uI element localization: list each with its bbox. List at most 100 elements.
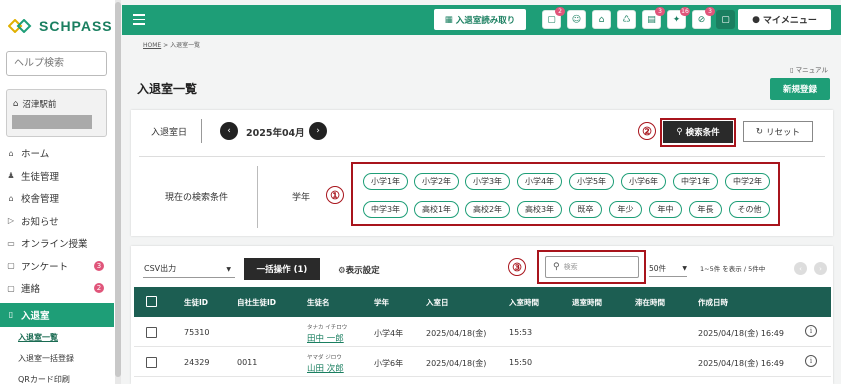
new-register-button[interactable]: 新規登録	[770, 78, 830, 100]
help-search-input[interactable]	[6, 51, 107, 76]
redacted-block	[12, 115, 92, 129]
sidebar-item-students[interactable]: ♟ 生徒管理	[0, 165, 114, 188]
subnav-entry-list[interactable]: 入退室一覧	[18, 327, 114, 348]
manual-link[interactable]: ▯ マニュアル	[790, 64, 828, 74]
sidebar-nav: ⌂ ホーム ♟ 生徒管理 ⌂ 校舎管理 ▷ お知らせ ▭ オンライン授業 ▢ アンケート 3 …	[0, 142, 114, 384]
door-icon: ▯	[8, 310, 14, 319]
sidebar-item-online[interactable]: ▭ オンライン授業	[0, 232, 114, 255]
subnav-qr-print[interactable]: QRカード印刷	[18, 369, 114, 384]
logo-text: SCHPASS	[39, 18, 113, 34]
sidebar-item-home[interactable]: ⌂ ホーム	[0, 142, 114, 165]
date-label: 入退室日	[151, 128, 188, 138]
column-header[interactable]: 滞在時間	[635, 297, 665, 308]
sidebar-item-entry[interactable]: ▯ 入退室	[0, 302, 114, 327]
divider	[139, 156, 825, 157]
column-header[interactable]: 入室日	[426, 297, 449, 308]
building-icon: ⌂	[13, 99, 19, 109]
row-checkbox[interactable]	[146, 327, 157, 338]
refresh-icon: ↻	[755, 126, 764, 137]
sidebar-item-contact[interactable]: ▢ 連絡 2	[0, 277, 114, 300]
contact-badge: 2	[94, 283, 104, 293]
annotation-box-3	[537, 250, 646, 284]
sidebar-item-survey[interactable]: ▢ アンケート 3	[0, 255, 114, 278]
book-icon: ▯	[790, 66, 794, 74]
breadcrumb-home[interactable]: HOME	[143, 42, 161, 49]
caret-down-icon: ▼	[682, 265, 687, 272]
qr-read-button[interactable]: ▦ 入退室読み取り	[434, 9, 526, 30]
building-icon: ⌂	[8, 193, 14, 203]
annotation-number-3: ③	[508, 258, 526, 276]
subnav-bulk-register[interactable]: 入退室一括登録	[18, 348, 114, 369]
menu-icon[interactable]	[133, 14, 145, 25]
sidebar-scrollbar-thumb[interactable]	[115, 2, 121, 377]
divider	[201, 119, 202, 143]
student-name-link[interactable]: 山田 次郎	[307, 362, 344, 374]
csv-export-select[interactable]: CSV出力 ▼	[143, 260, 235, 278]
prev-month-button[interactable]: ‹	[220, 122, 238, 140]
next-page-button[interactable]: ›	[814, 262, 827, 275]
account-icon: ●	[752, 14, 760, 25]
reset-button[interactable]: ↻ リセット	[743, 121, 813, 142]
trash-icon[interactable]: ♺	[617, 10, 636, 29]
divider	[257, 166, 258, 228]
caret-down-icon: ▼	[226, 266, 231, 273]
page-title: 入退室一覧	[137, 82, 198, 96]
student-name-link[interactable]: 田中 一郎	[307, 332, 344, 344]
breadcrumb-current: 入退室一覧	[170, 42, 201, 49]
annotation-box-1	[351, 162, 780, 226]
select-all-checkbox[interactable]	[146, 296, 157, 307]
current-conditions-label: 現在の検索条件	[165, 193, 229, 203]
column-header[interactable]: 生徒名	[307, 297, 330, 308]
result-range: 1~5件 を表示 / 5件中	[700, 265, 766, 273]
person-icon: ♟	[7, 171, 15, 181]
annotation-number-2: ②	[638, 122, 656, 140]
info-icon[interactable]: i	[805, 355, 817, 367]
annotation-number-1: ①	[326, 186, 344, 204]
message-icon[interactable]: ▢	[716, 10, 735, 29]
sidebar-item-notice[interactable]: ▷ お知らせ	[0, 210, 114, 233]
message-icon: ▢	[7, 283, 15, 293]
date-value: 2025年04月	[246, 128, 305, 139]
table-row[interactable]: 75310 タナカ イチロウ 田中 一郎 小学4年 2025/04/18(金) …	[134, 317, 831, 347]
survey-badge: 3	[94, 260, 104, 271]
send-icon: ▷	[7, 216, 15, 226]
info-icon[interactable]: i	[805, 325, 817, 337]
entry-subnav: 入退室一覧 入退室一括登録 QRカード印刷	[0, 327, 114, 384]
chat-icon[interactable]: ▢ 2	[542, 7, 565, 29]
monitor-icon: ▭	[7, 238, 15, 248]
top-bar: ▦ 入退室読み取り ▢ 2 ☺ ⌂ ♺ ▤ 3 ✦ 16 ⊘ 3 ▢ ● マイメニュー	[122, 5, 841, 35]
logo[interactable]: SCHPASS	[8, 18, 113, 34]
school-name: 沼津駅前	[22, 100, 57, 110]
bulk-action-button[interactable]: 一括操作 (1)	[244, 258, 320, 280]
per-page-select[interactable]: 50件 ▼	[649, 260, 687, 277]
sidebar-item-campus[interactable]: ⌂ 校舎管理	[0, 187, 114, 210]
home-icon: ⌂	[8, 148, 14, 158]
document-icon[interactable]: ▤ 3	[642, 7, 665, 29]
qr-icon: ▦	[444, 14, 453, 25]
breadcrumb: HOME > 入退室一覧	[143, 42, 201, 49]
group-icon[interactable]: ☺	[567, 10, 586, 29]
gear-icon: ⚙	[338, 266, 346, 276]
table-header: 生徒ID 自社生徒ID 生徒名 学年 入室日 入室時間 退室時間 滞在時間 作成…	[134, 287, 831, 317]
prev-page-button[interactable]: ‹	[794, 262, 807, 275]
row-checkbox[interactable]	[146, 357, 157, 368]
prohibited-icon[interactable]: ⊘ 3	[692, 7, 715, 29]
star-icon[interactable]: ✦ 16	[667, 7, 690, 29]
column-header[interactable]: 自社生徒ID	[237, 297, 276, 308]
school-selector[interactable]: ⌂ 沼津駅前	[6, 89, 107, 137]
entry-list-panel: CSV出力 ▼ 一括操作 (1) ⚙表示設定 ⚲ 検索 50件 ▼ 1~5件 を…	[131, 246, 833, 384]
sidebar: SCHPASS ⌂ 沼津駅前 ⌂ホーム ♟生徒管理 ⌂校舎管理 ▷お知らせ ▭オ…	[0, 0, 121, 384]
annotation-box-2	[660, 118, 736, 147]
column-header[interactable]: 退室時間	[572, 297, 602, 308]
school-icon[interactable]: ⌂	[592, 10, 611, 29]
display-settings-button[interactable]: ⚙表示設定	[338, 264, 380, 276]
column-header[interactable]: 入室時間	[509, 297, 539, 308]
next-month-button[interactable]: ›	[309, 122, 327, 140]
my-menu-button[interactable]: ● マイメニュー	[738, 9, 831, 30]
column-header[interactable]: 生徒ID	[184, 297, 208, 308]
chat-icon: ▢	[7, 261, 15, 271]
column-header[interactable]: 作成日時	[698, 297, 728, 308]
table-row[interactable]: 24329 0011 ヤマダ ジロウ 山田 次郎 小学6年 2025/04/18…	[134, 347, 831, 377]
column-header[interactable]: 学年	[374, 297, 389, 308]
logo-icon	[8, 19, 32, 33]
